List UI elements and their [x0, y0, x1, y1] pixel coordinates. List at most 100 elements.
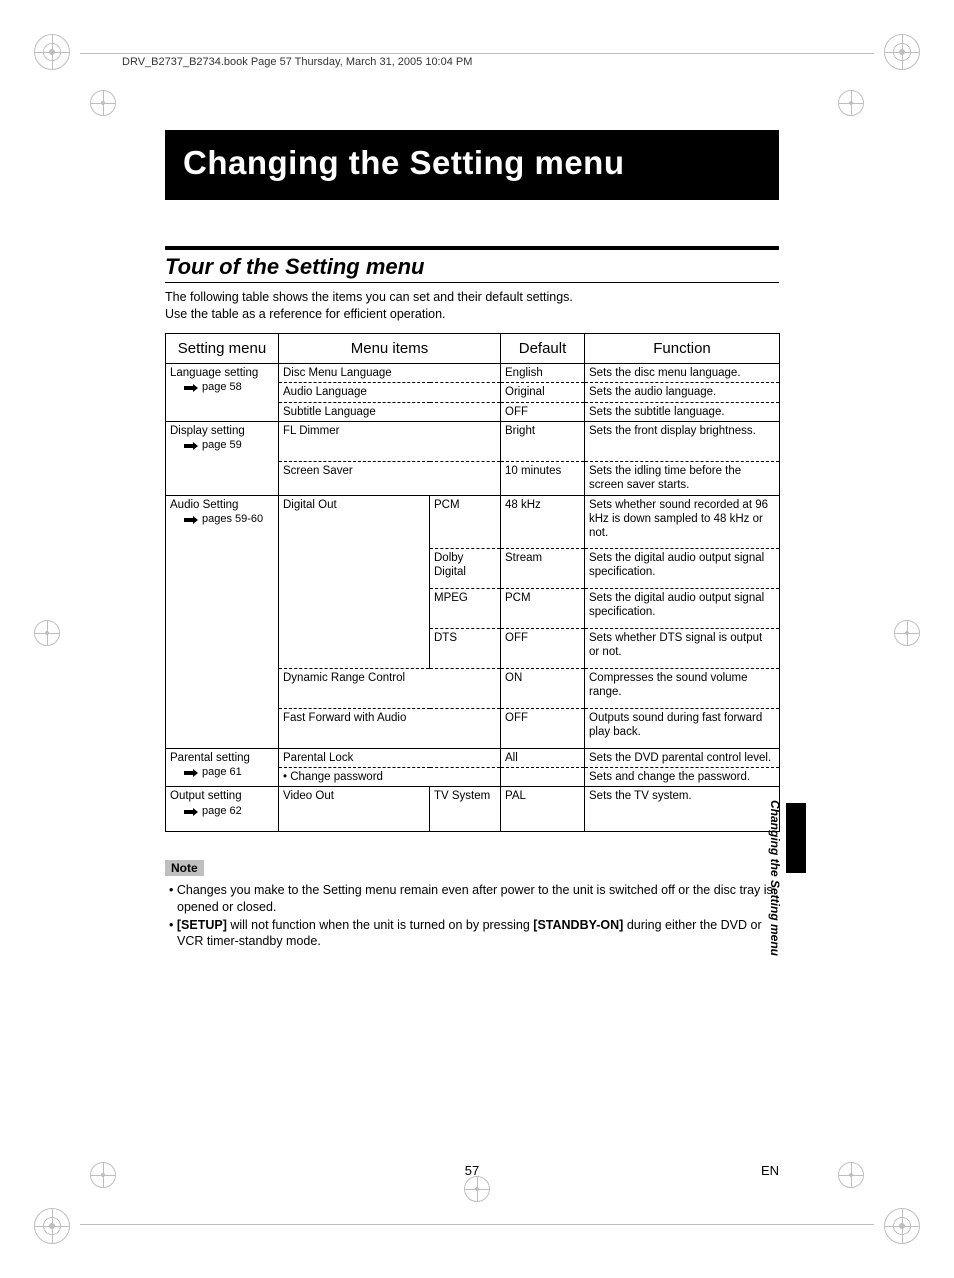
page-ref-arrow-icon	[184, 384, 198, 392]
content-area: Changing the Setting menu Tour of the Se…	[165, 130, 779, 951]
item-default: Original	[501, 383, 585, 402]
item-function: Sets the subtitle language.	[585, 402, 780, 421]
item-default: 48 kHz	[501, 495, 585, 548]
item-name: Fast Forward with Audio	[279, 708, 501, 748]
item-function: Sets the front display brightness.	[585, 421, 780, 461]
category-name: Parental setting	[170, 751, 274, 765]
intro-line: The following table shows the items you …	[165, 290, 573, 304]
item-default: Bright	[501, 421, 585, 461]
item-function: Sets and change the password.	[585, 768, 780, 787]
item-name: Audio Language	[279, 383, 501, 402]
item-name: • Change password	[279, 768, 501, 787]
item-function: Sets whether DTS signal is output or not…	[585, 628, 780, 668]
item-default: 10 minutes	[501, 461, 585, 495]
item-function: Sets the digital audio output signal spe…	[585, 548, 780, 588]
item-name: Subtitle Language	[279, 402, 501, 421]
side-section-label: Changing the Setting menu	[768, 800, 782, 956]
registration-mark-icon	[34, 34, 70, 70]
item-name: Video Out	[279, 787, 430, 832]
item-default: Stream	[501, 548, 585, 588]
page-ref: page 59	[202, 439, 242, 453]
crop-line	[80, 53, 874, 54]
note-item: Changes you make to the Setting menu rem…	[169, 882, 779, 915]
category-cell: Display setting page 59	[166, 421, 279, 495]
item-function: Sets the DVD parental control level.	[585, 748, 780, 767]
item-name: Dynamic Range Control	[279, 668, 501, 708]
category-name: Language setting	[170, 366, 274, 380]
page-ref: pages 59-60	[202, 513, 263, 527]
running-head: DRV_B2737_B2734.book Page 57 Thursday, M…	[122, 56, 472, 68]
note-block: Note Changes you make to the Setting men…	[165, 860, 779, 949]
page-ref-arrow-icon	[184, 769, 198, 777]
page-ref-arrow-icon	[184, 516, 198, 524]
settings-table: Setting menu Menu items Default Function…	[165, 333, 780, 833]
page: DRV_B2737_B2734.book Page 57 Thursday, M…	[0, 0, 954, 1278]
col-header-function: Function	[585, 333, 780, 363]
registration-mark-icon	[90, 90, 116, 116]
item-default: OFF	[501, 628, 585, 668]
registration-mark-icon	[884, 1208, 920, 1244]
note-text: will not function when the unit is turne…	[227, 918, 533, 932]
item-function: Sets the digital audio output signal spe…	[585, 588, 780, 628]
item-function: Compresses the sound volume range.	[585, 668, 780, 708]
item-default: English	[501, 363, 585, 382]
page-footer: 57 EN	[165, 1163, 779, 1178]
item-default: ON	[501, 668, 585, 708]
category-name: Output setting	[170, 789, 274, 803]
note-bold: [SETUP]	[177, 918, 227, 932]
item-function: Sets the audio language.	[585, 383, 780, 402]
sub-item-name: TV System	[430, 787, 501, 832]
registration-mark-icon	[894, 620, 920, 646]
registration-mark-icon	[464, 1176, 490, 1202]
intro-line: Use the table as a reference for efficie…	[165, 307, 446, 321]
page-ref: page 58	[202, 381, 242, 395]
page-ref-arrow-icon	[184, 442, 198, 450]
side-thumb-tab	[786, 803, 806, 873]
item-default: All	[501, 748, 585, 767]
registration-mark-icon	[90, 1162, 116, 1188]
section-title: Tour of the Setting menu	[165, 254, 779, 283]
item-function: Outputs sound during fast forward play b…	[585, 708, 780, 748]
note-label: Note	[165, 860, 204, 876]
item-name: FL Dimmer	[279, 421, 501, 461]
intro-text: The following table shows the items you …	[165, 289, 779, 323]
crop-line	[80, 1224, 874, 1225]
item-name: Parental Lock	[279, 748, 501, 767]
sub-item-name: Dolby Digital	[430, 548, 501, 588]
registration-mark-icon	[838, 1162, 864, 1188]
item-default	[501, 768, 585, 787]
category-cell: Output setting page 62	[166, 787, 279, 832]
item-function: Sets whether sound recorded at 96 kHz is…	[585, 495, 780, 548]
sub-item-name: DTS	[430, 628, 501, 668]
item-default: OFF	[501, 402, 585, 421]
item-default: OFF	[501, 708, 585, 748]
item-name: Screen Saver	[279, 461, 501, 495]
note-bold: [STANDBY-ON]	[533, 918, 623, 932]
page-ref: page 62	[202, 805, 242, 819]
language-code: EN	[761, 1163, 779, 1178]
section-divider	[165, 246, 779, 250]
note-item: [SETUP] will not function when the unit …	[169, 917, 779, 950]
item-name: Digital Out	[279, 495, 430, 668]
col-header-menu-items: Menu items	[279, 333, 501, 363]
sub-item-name: MPEG	[430, 588, 501, 628]
sub-item-name: PCM	[430, 495, 501, 548]
page-ref: page 61	[202, 766, 242, 780]
item-default: PAL	[501, 787, 585, 832]
col-header-setting-menu: Setting menu	[166, 333, 279, 363]
category-name: Display setting	[170, 424, 274, 438]
page-ref-arrow-icon	[184, 808, 198, 816]
page-number: 57	[465, 1163, 479, 1178]
category-cell: Audio Setting pages 59-60	[166, 495, 279, 748]
item-function: Sets the idling time before the screen s…	[585, 461, 780, 495]
chapter-title: Changing the Setting menu	[165, 130, 779, 200]
registration-mark-icon	[34, 620, 60, 646]
item-function: Sets the disc menu language.	[585, 363, 780, 382]
category-cell: Parental setting page 61	[166, 748, 279, 787]
registration-mark-icon	[838, 90, 864, 116]
item-name: Disc Menu Language	[279, 363, 501, 382]
category-name: Audio Setting	[170, 498, 274, 512]
registration-mark-icon	[884, 34, 920, 70]
category-cell: Language setting page 58	[166, 363, 279, 421]
col-header-default: Default	[501, 333, 585, 363]
